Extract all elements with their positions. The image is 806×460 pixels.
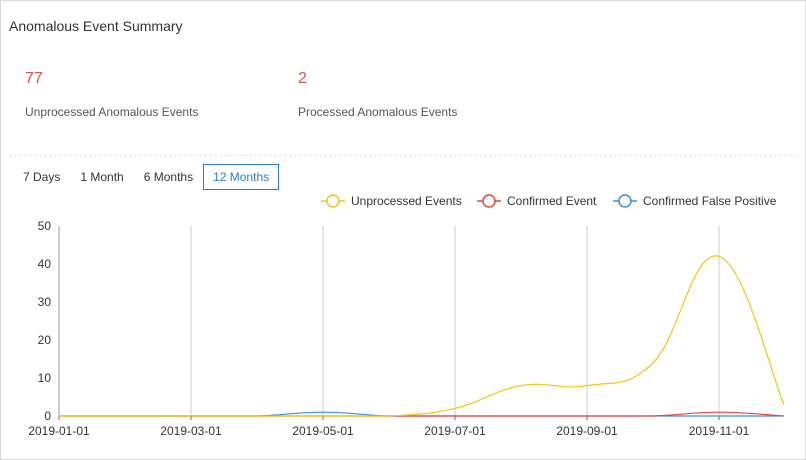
y-tick-label: 30	[38, 295, 52, 309]
y-tick-label: 40	[38, 257, 52, 271]
legend-item-confirmed-false-positive[interactable]: Confirmed False Positive	[613, 194, 777, 208]
x-tick-label: 2019-11-01	[689, 424, 750, 438]
legend-label: Confirmed Event	[507, 194, 597, 208]
x-tick-label: 2019-03-01	[160, 424, 222, 438]
legend-label: Unprocessed Events	[351, 194, 462, 208]
y-tick-label: 20	[38, 333, 52, 347]
x-tick-label: 2019-07-01	[424, 424, 486, 438]
legend-label: Confirmed False Positive	[643, 194, 777, 208]
legend-marker	[482, 194, 496, 208]
legend-marker	[326, 194, 340, 208]
x-tick-label: 2019-05-01	[292, 424, 354, 438]
y-tick-label: 50	[38, 219, 52, 233]
x-tick-label: 2019-09-01	[556, 424, 618, 438]
y-tick-label: 10	[38, 371, 52, 385]
anomalous-event-summary-panel: Anomalous Event Summary 77 Unprocessed A…	[0, 0, 806, 460]
events-line-chart: 0 10 20 30 40 50 2019-01-01 2019-03-01 2019-05-0…	[28, 194, 785, 438]
legend-marker	[618, 194, 632, 208]
legend-item-unprocessed-events[interactable]: Unprocessed Events	[321, 194, 462, 208]
x-tick-label: 2019-01-01	[28, 424, 90, 438]
legend-item-confirmed-event[interactable]: Confirmed Event	[477, 194, 597, 208]
series-line-unprocessed-events	[59, 255, 785, 417]
y-tick-label: 0	[44, 409, 51, 423]
